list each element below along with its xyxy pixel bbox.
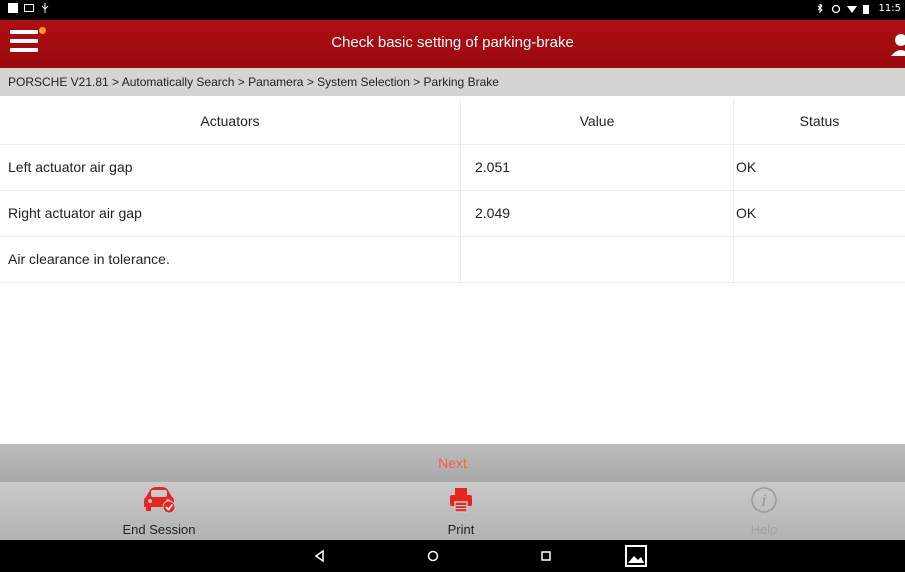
- column-header-status: Status: [799, 113, 840, 129]
- status-cell: OK: [736, 159, 757, 175]
- back-icon[interactable]: [310, 546, 330, 566]
- home-icon[interactable]: [423, 546, 443, 566]
- svg-text:i: i: [761, 491, 766, 510]
- info-icon: i: [747, 486, 781, 514]
- status-cell: [734, 237, 905, 282]
- usb-icon: [40, 3, 50, 13]
- navigation-bar: [0, 540, 905, 572]
- table-row: Right actuator air gap 2.049 OK: [0, 191, 905, 237]
- actuator-cell: Left actuator air gap: [0, 145, 461, 190]
- bottom-toolbar: End Session Print i Help: [0, 482, 905, 540]
- wifi-icon: [846, 4, 857, 14]
- table-header-row: Actuators Value Status: [0, 99, 905, 145]
- table-row: Left actuator air gap 2.051 OK: [0, 145, 905, 191]
- notification-dot: [39, 27, 46, 34]
- user-icon[interactable]: [891, 32, 905, 58]
- print-label: Print: [447, 522, 475, 537]
- recent-apps-icon[interactable]: [536, 546, 556, 566]
- value-cell: 2.049: [461, 191, 734, 236]
- help-label: Help: [750, 522, 778, 537]
- end-session-label: End Session: [122, 522, 196, 537]
- print-button[interactable]: Print: [391, 482, 531, 540]
- app-bar: Check basic setting of parking-brake: [0, 20, 905, 68]
- screenshot-icon[interactable]: [624, 544, 648, 568]
- column-header-value: Value: [461, 99, 734, 144]
- battery-icon: [862, 4, 873, 14]
- value-cell: 2.051: [461, 145, 734, 190]
- printer-icon: [444, 486, 478, 514]
- clock: 11:5: [878, 3, 901, 14]
- table-row: Air clearance in tolerance.: [0, 237, 905, 283]
- status-cell: OK: [736, 205, 757, 221]
- image-notification-icon: [8, 3, 18, 13]
- help-button[interactable]: i Help: [694, 482, 834, 540]
- column-header-actuators: Actuators: [0, 99, 461, 144]
- bluetooth-icon: [815, 2, 825, 14]
- car-check-icon: [142, 486, 176, 514]
- end-session-button[interactable]: End Session: [89, 482, 229, 540]
- value-cell: [461, 237, 734, 282]
- breadcrumb: PORSCHE V21.81 > Automatically Search > …: [0, 68, 905, 96]
- status-bar: 11:5: [0, 0, 905, 20]
- next-button[interactable]: Next: [0, 444, 905, 482]
- actuator-table: Actuators Value Status Left actuator air…: [0, 99, 905, 283]
- sync-icon: [831, 4, 841, 14]
- page-title: Check basic setting of parking-brake: [331, 34, 574, 51]
- actuator-cell: Right actuator air gap: [0, 191, 461, 236]
- screen-notification-icon: [24, 4, 34, 12]
- actuator-cell: Air clearance in tolerance.: [0, 237, 461, 282]
